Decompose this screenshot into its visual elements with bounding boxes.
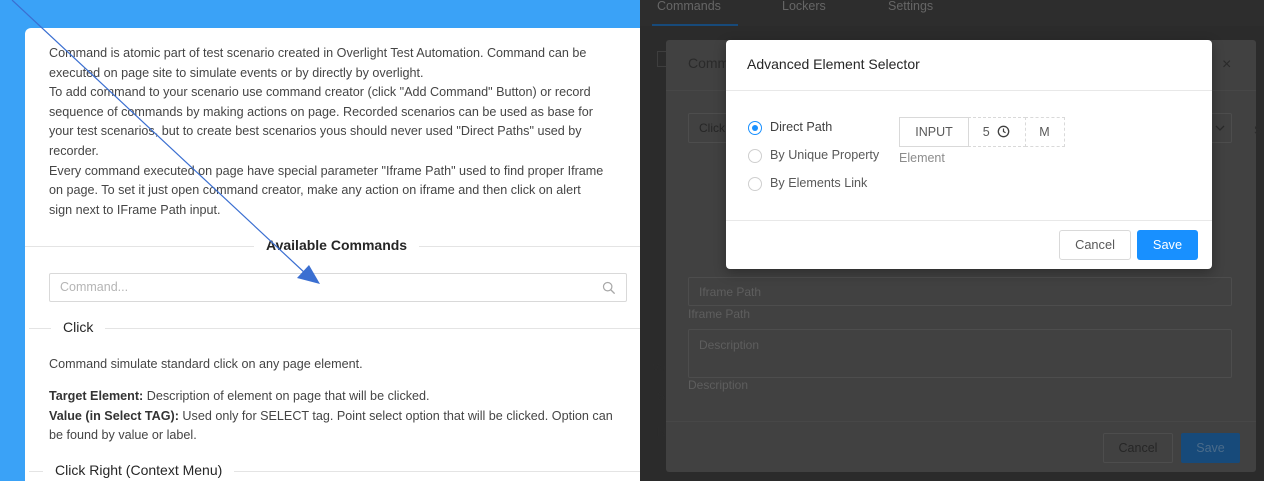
- radio-icon[interactable]: [748, 177, 762, 191]
- value-select-text: Used only for SELECT tag. Point select o…: [178, 408, 613, 423]
- element-label: Element: [899, 151, 945, 165]
- command-type-value: Click: [699, 121, 725, 135]
- intro-line: sequence of commands by making actions o…: [49, 104, 593, 119]
- command-search-box[interactable]: [49, 273, 627, 302]
- iframe-path-input[interactable]: Iframe Path: [688, 277, 1232, 306]
- command-search-input[interactable]: [60, 280, 580, 294]
- tab-settings[interactable]: Settings: [888, 0, 933, 13]
- radio-checked-icon[interactable]: [748, 121, 762, 135]
- click-section-title: Click: [51, 319, 106, 335]
- intro-line: executed on page site to simulate events…: [49, 65, 424, 80]
- cancel-button[interactable]: Cancel: [1059, 230, 1131, 260]
- search-icon[interactable]: [602, 281, 616, 295]
- tab-commands[interactable]: Commands: [657, 0, 721, 13]
- active-tab-indicator: [652, 24, 738, 26]
- option-elements-link-label: By Elements Link: [770, 176, 868, 190]
- background-peek-va: Va: [652, 360, 666, 374]
- tab-lockers[interactable]: Lockers: [782, 0, 826, 13]
- app-tabs-bar: Commands Lockers Settings: [640, 0, 1264, 26]
- intro-line: To add command to your scenario use comm…: [49, 85, 591, 100]
- intro-line: recorder.: [49, 143, 99, 158]
- iframe-path-label: Iframe Path: [688, 307, 751, 321]
- description-label: Description: [688, 378, 749, 392]
- dialog-title: Advanced Element Selector: [747, 56, 920, 72]
- background-cancel-button[interactable]: Cancel: [1103, 433, 1173, 463]
- advanced-element-selector-dialog: Advanced Element Selector Direct Path By…: [726, 40, 1212, 269]
- command-docs-panel: Command is atomic part of test scenario …: [25, 28, 640, 481]
- description-textarea[interactable]: Description: [688, 329, 1232, 378]
- background-peek-s: S: [1254, 123, 1263, 137]
- iframe-path-placeholder: Iframe Path: [699, 285, 762, 299]
- element-tag-segment[interactable]: INPUT: [899, 117, 969, 147]
- target-element-text: Description of element on page that will…: [143, 389, 430, 403]
- dialog-footer-divider: [726, 220, 1212, 221]
- target-element-label: Target Element:: [49, 389, 144, 403]
- intro-line: Every command executed on page have spec…: [49, 163, 604, 178]
- click-description: Command simulate standard click on any p…: [49, 357, 363, 371]
- radio-icon[interactable]: [748, 149, 762, 163]
- clock-icon: [997, 125, 1010, 138]
- option-unique-property-label: By Unique Property: [770, 148, 880, 162]
- background-save-button[interactable]: Save: [1181, 433, 1240, 463]
- option-direct-path-label: Direct Path: [770, 120, 833, 134]
- available-commands-title: Available Commands: [254, 237, 420, 253]
- intro-text: Command is atomic part of test scenario …: [49, 44, 621, 220]
- save-button[interactable]: Save: [1137, 230, 1198, 260]
- element-index-segment[interactable]: 5: [968, 117, 1026, 147]
- dialog-header-divider: [726, 90, 1212, 91]
- background-peek-n: N: [657, 425, 666, 439]
- value-select-text-cont: be found by value or label.: [49, 428, 197, 443]
- background-peek-s2: S: [657, 389, 666, 403]
- chevron-down-icon: [1215, 125, 1225, 131]
- element-mode-segment[interactable]: M: [1025, 117, 1065, 147]
- intro-line: Command is atomic part of test scenario …: [49, 46, 587, 60]
- close-icon[interactable]: ×: [1222, 56, 1231, 74]
- click-right-section-title: Click Right (Context Menu): [43, 462, 235, 478]
- target-element-paragraph: Target Element: Description of element o…: [49, 387, 621, 446]
- click-divider: [29, 328, 640, 329]
- value-select-label: Value (in Select TAG):: [49, 408, 179, 423]
- command-creator-title: Comm: [688, 55, 730, 71]
- intro-line: sign next to IFrame Path input.: [49, 202, 221, 217]
- intro-line: on page. To set it just open command cre…: [49, 183, 581, 198]
- element-index-value: 5: [982, 125, 990, 139]
- description-placeholder: Description: [699, 338, 760, 352]
- modal-footer-divider: [666, 421, 1256, 422]
- intro-line: your test scenarios, but to create best …: [49, 124, 582, 139]
